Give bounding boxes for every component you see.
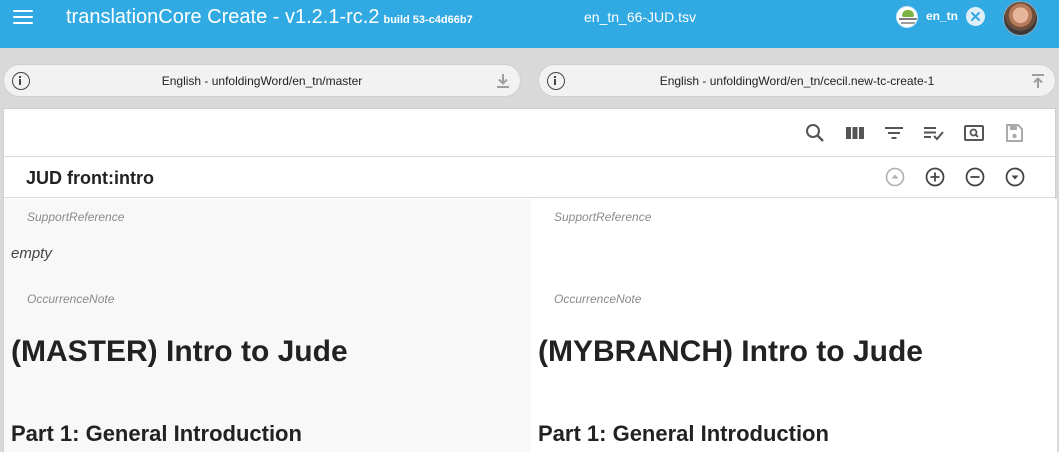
upload-icon[interactable] [1030, 73, 1046, 89]
organization-name: en_tn [926, 9, 959, 23]
app-title: translationCore Create - v1.2.1-rc.2 buil… [66, 6, 473, 29]
download-icon[interactable] [495, 73, 511, 89]
menu-icon[interactable] [13, 10, 33, 26]
resource-bar-right: English - unfoldingWord/en_tn/cecil.new-… [538, 64, 1056, 97]
row-header: JUD front:intro [4, 157, 1055, 198]
note-subheading[interactable]: Part 1: General Introduction [538, 421, 829, 447]
occurrence-note-label: OccurrenceNote [554, 292, 642, 306]
main-panel: JUD front:intro SupportReference empty O… [3, 108, 1057, 452]
note-subheading: Part 1: General Introduction [11, 421, 302, 446]
save-icon[interactable] [1003, 122, 1025, 144]
avatar[interactable] [1003, 1, 1038, 36]
support-reference-value: empty [11, 245, 52, 262]
add-row-icon[interactable] [925, 167, 945, 187]
build-label: build 53-c4d66b7 [383, 14, 473, 26]
support-reference-label: SupportReference [27, 210, 125, 224]
resource-bar-left: English - unfoldingWord/en_tn/master [3, 64, 521, 97]
move-up-icon[interactable] [885, 167, 905, 187]
filter-icon[interactable] [883, 122, 905, 144]
source-column: SupportReference empty OccurrenceNote (M… [4, 199, 531, 452]
resource-label-left: English - unfoldingWord/en_tn/master [161, 74, 363, 88]
app-title-text: translationCore Create - v1.2.1-rc.2 [66, 6, 380, 28]
toolbar [4, 109, 1055, 157]
row-reference: JUD front:intro [26, 168, 154, 188]
support-reference-label: SupportReference [554, 210, 652, 224]
view-columns-icon[interactable] [844, 122, 866, 144]
file-name: en_tn_66-JUD.tsv [584, 9, 697, 25]
app-bar: translationCore Create - v1.2.1-rc.2 buil… [0, 0, 1059, 48]
resource-label-right: English - unfoldingWord/en_tn/cecil.new-… [659, 74, 935, 88]
organization-logo [896, 6, 918, 28]
delete-row-icon[interactable] [965, 167, 985, 187]
occurrence-note-label: OccurrenceNote [27, 292, 115, 306]
preview-icon[interactable] [963, 122, 985, 144]
note-heading[interactable]: (MYBRANCH) Intro to Jude [538, 335, 923, 369]
search-icon[interactable] [804, 122, 826, 144]
target-column[interactable]: SupportReference OccurrenceNote (MYBRANC… [531, 199, 1057, 452]
playlist-check-icon[interactable] [923, 122, 945, 144]
close-icon[interactable] [966, 7, 985, 26]
note-heading: (MASTER) Intro to Jude [11, 335, 348, 368]
move-down-icon[interactable] [1005, 167, 1025, 187]
